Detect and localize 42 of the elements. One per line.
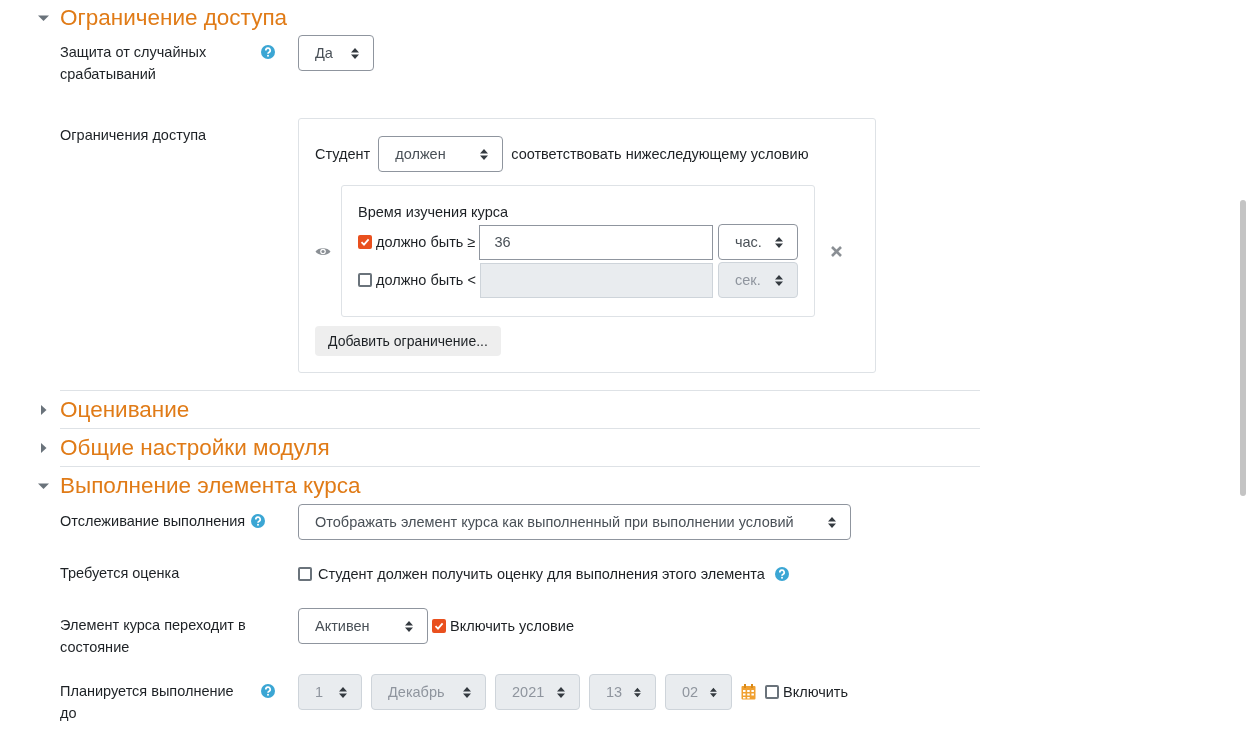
field-label: Планируется выполнение до [60, 682, 235, 723]
help-icon[interactable] [261, 45, 275, 59]
sort-arrows-icon [775, 274, 783, 286]
eye-icon[interactable] [315, 245, 331, 257]
field-label: Требуется оценка [60, 564, 180, 583]
text-label: соответствовать нижеследующему условию [511, 146, 809, 162]
field-label: Элемент курса переходит в состояние [60, 616, 247, 657]
sort-arrows-icon [339, 686, 347, 698]
unit-select[interactable]: час. [718, 224, 798, 260]
add-restriction-button[interactable]: Добавить ограничение... [315, 326, 501, 356]
sort-arrows-icon [710, 686, 717, 698]
sort-arrows-icon [634, 686, 641, 698]
field-label: Ограничения доступа [60, 126, 207, 145]
help-icon[interactable] [251, 514, 266, 528]
checkbox-label[interactable]: Студент должен получить оценку для выполнения этого элемента [318, 563, 765, 585]
condition-title: Время изучения курса [358, 203, 510, 222]
checkbox[interactable] [358, 235, 372, 249]
sort-arrows-icon [463, 686, 471, 698]
checkbox[interactable] [432, 619, 446, 633]
checkbox-label[interactable]: должно быть ≥ [376, 231, 476, 253]
checkbox-label[interactable]: Включить условие [450, 615, 574, 637]
close-icon[interactable] [831, 245, 842, 257]
select-field[interactable]: Да [298, 35, 374, 71]
field-label: Отслеживание выполнения [60, 512, 246, 531]
scrollbar[interactable] [1240, 200, 1246, 496]
number-field[interactable]: 36 [479, 224, 713, 260]
select-field[interactable]: должен [378, 136, 504, 172]
sort-arrows-icon [405, 620, 413, 632]
sort-arrows-icon [557, 686, 565, 698]
caret-right-icon[interactable] [38, 404, 49, 415]
sort-arrows-icon [351, 47, 359, 59]
caret-right-icon[interactable] [38, 442, 49, 453]
calendar-icon[interactable] [741, 684, 756, 700]
sort-arrows-icon [775, 236, 783, 248]
field-label: Защита от случайных срабатываний [60, 43, 208, 84]
help-icon[interactable] [774, 567, 789, 581]
sort-arrows-icon [480, 148, 489, 160]
select-field[interactable]: Отображать элемент курса как выполненный при выполнении условий [298, 504, 851, 540]
sort-arrows-icon [828, 516, 836, 528]
select-field[interactable]: Активен [298, 608, 428, 644]
text-label: Студент [315, 146, 371, 162]
checkbox[interactable] [298, 567, 312, 581]
